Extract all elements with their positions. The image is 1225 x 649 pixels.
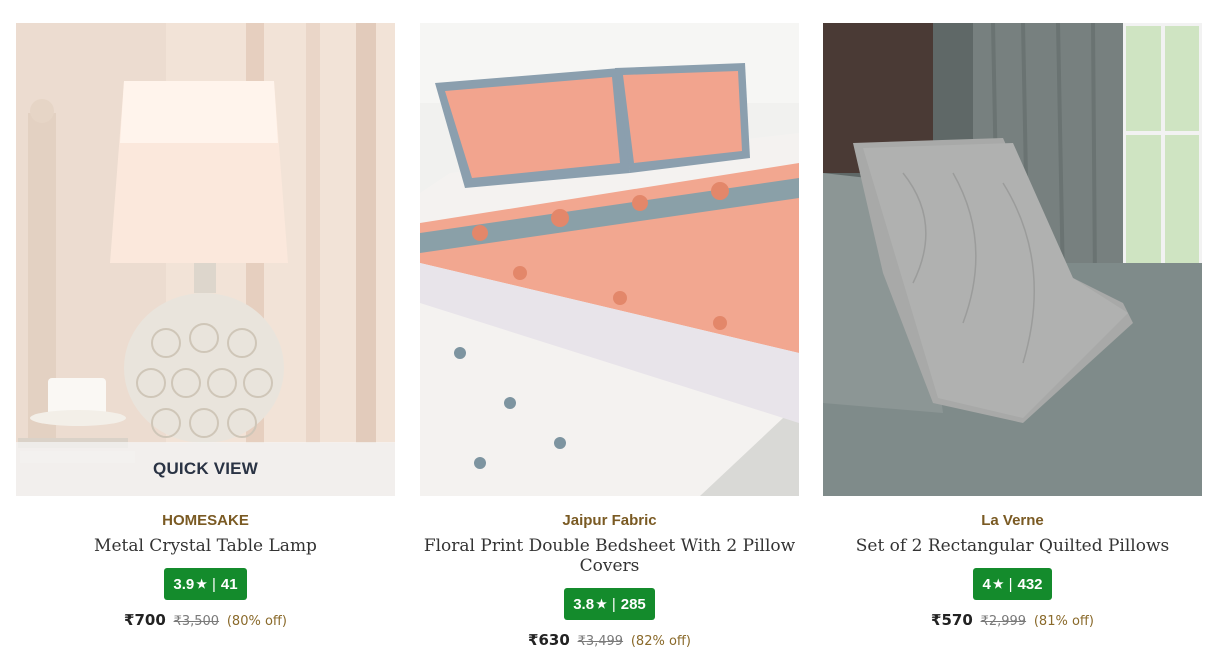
- discount-percent: (82% off): [630, 634, 691, 649]
- product-card[interactable]: La Verne Set of 2 Rectangular Quilted Pi…: [823, 23, 1202, 629]
- rating-badge: 3.8 ★ | 285: [564, 588, 655, 620]
- product-image[interactable]: [420, 23, 799, 496]
- product-grid: QUICK VIEW HOMESAKE Metal Crystal Table …: [0, 0, 1225, 649]
- original-price: ₹2,999: [980, 614, 1027, 629]
- review-count: 432: [1017, 575, 1043, 593]
- rating-separator: |: [1008, 575, 1013, 593]
- original-price: ₹3,500: [173, 614, 220, 629]
- product-card[interactable]: QUICK VIEW HOMESAKE Metal Crystal Table …: [16, 23, 395, 629]
- product-title[interactable]: Metal Crystal Table Lamp: [16, 536, 395, 556]
- rating-separator: |: [212, 575, 216, 593]
- product-brand[interactable]: HOMESAKE: [16, 512, 395, 529]
- product-brand[interactable]: La Verne: [823, 512, 1202, 529]
- product-image[interactable]: [823, 23, 1202, 496]
- sale-price: ₹700: [124, 611, 166, 629]
- sale-price: ₹630: [528, 631, 570, 649]
- product-image[interactable]: QUICK VIEW: [16, 23, 395, 496]
- rating-separator: |: [611, 595, 616, 613]
- review-count: 41: [220, 575, 238, 593]
- price-row: ₹570 ₹2,999 (81% off): [823, 611, 1202, 629]
- product-title[interactable]: Set of 2 Rectangular Quilted Pillows: [823, 536, 1202, 556]
- product-card[interactable]: Jaipur Fabric Floral Print Double Bedshe…: [420, 23, 799, 649]
- quick-view-button[interactable]: QUICK VIEW: [16, 442, 395, 496]
- rating-value: 3.9: [173, 575, 195, 593]
- original-price: ₹3,499: [577, 634, 624, 649]
- star-icon: ★: [596, 597, 607, 611]
- rating-badge: 3.9 ★ | 41: [164, 568, 247, 600]
- rating-badge: 4 ★ | 432: [973, 568, 1052, 600]
- product-brand[interactable]: Jaipur Fabric: [420, 512, 799, 529]
- discount-percent: (80% off): [226, 614, 287, 629]
- discount-percent: (81% off): [1033, 614, 1094, 629]
- review-count: 285: [620, 595, 646, 613]
- price-row: ₹630 ₹3,499 (82% off): [420, 631, 799, 649]
- product-title[interactable]: Floral Print Double Bedsheet With 2 Pill…: [420, 536, 799, 576]
- sale-price: ₹570: [931, 611, 973, 629]
- star-icon: ★: [992, 577, 1004, 591]
- rating-value: 4: [982, 575, 991, 593]
- star-icon: ★: [196, 577, 208, 591]
- rating-value: 3.8: [573, 595, 595, 613]
- price-row: ₹700 ₹3,500 (80% off): [16, 611, 395, 629]
